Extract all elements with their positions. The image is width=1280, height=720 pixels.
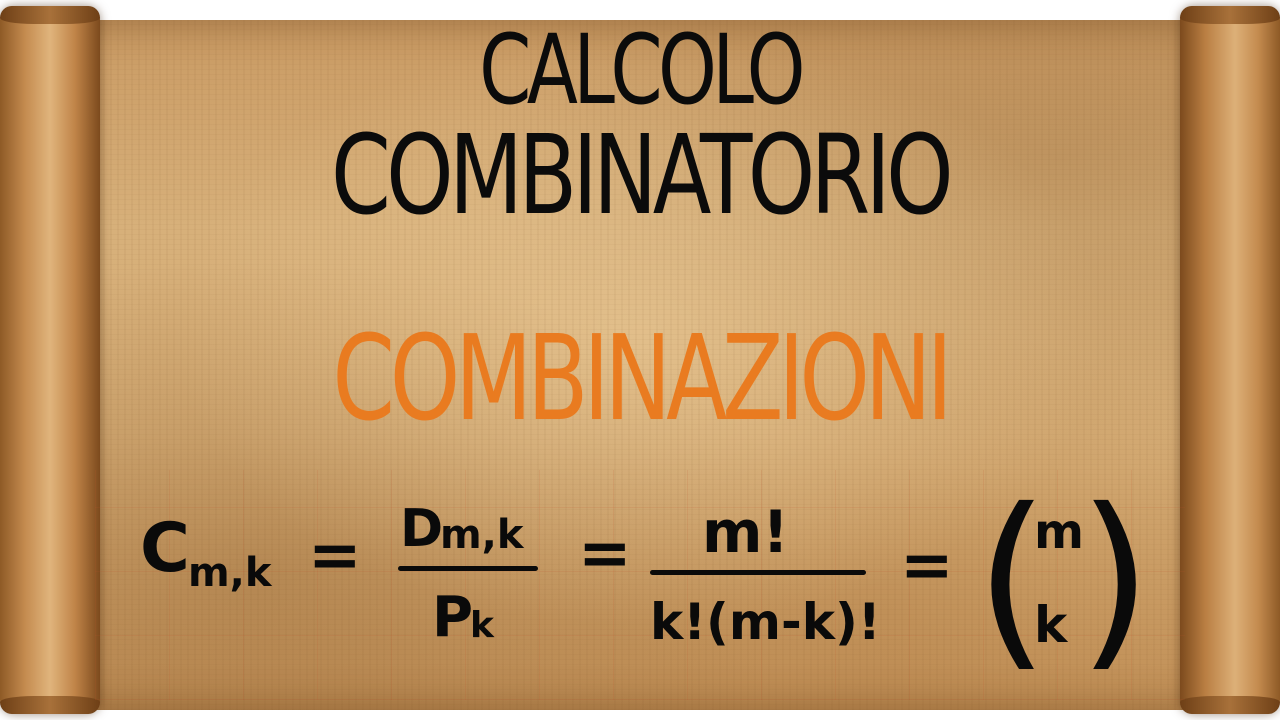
fraction2-denominator: k!(m-k)! <box>650 593 881 651</box>
equals-sign-2: = <box>578 517 632 591</box>
formula-lhs-subscript: m,k <box>188 550 272 596</box>
equals-sign-3: = <box>900 529 954 603</box>
combination-formula: C m,k = D m,k P k = m! k!(m-k)! = ( m k … <box>0 0 1280 720</box>
formula-lhs-symbol: C <box>140 509 190 588</box>
fraction2-numerator: m! <box>702 498 789 566</box>
binomial-right-paren: ) <box>1078 468 1153 689</box>
binomial-top: m <box>1034 504 1085 560</box>
equals-sign-1: = <box>308 519 362 593</box>
fraction2-bar <box>650 570 866 575</box>
fraction1-numerator-symbol: D <box>400 499 444 559</box>
binomial-bottom: k <box>1034 596 1068 654</box>
parchment-scroll-thumbnail: CALCOLO COMBINATORIO COMBINAZIONI C m,k … <box>0 0 1280 720</box>
fraction1-numerator-subscript: m,k <box>440 512 524 558</box>
fraction1-denominator-subscript: k <box>470 605 494 646</box>
fraction1-bar <box>398 566 538 571</box>
fraction1-denominator-symbol: P <box>432 585 474 650</box>
